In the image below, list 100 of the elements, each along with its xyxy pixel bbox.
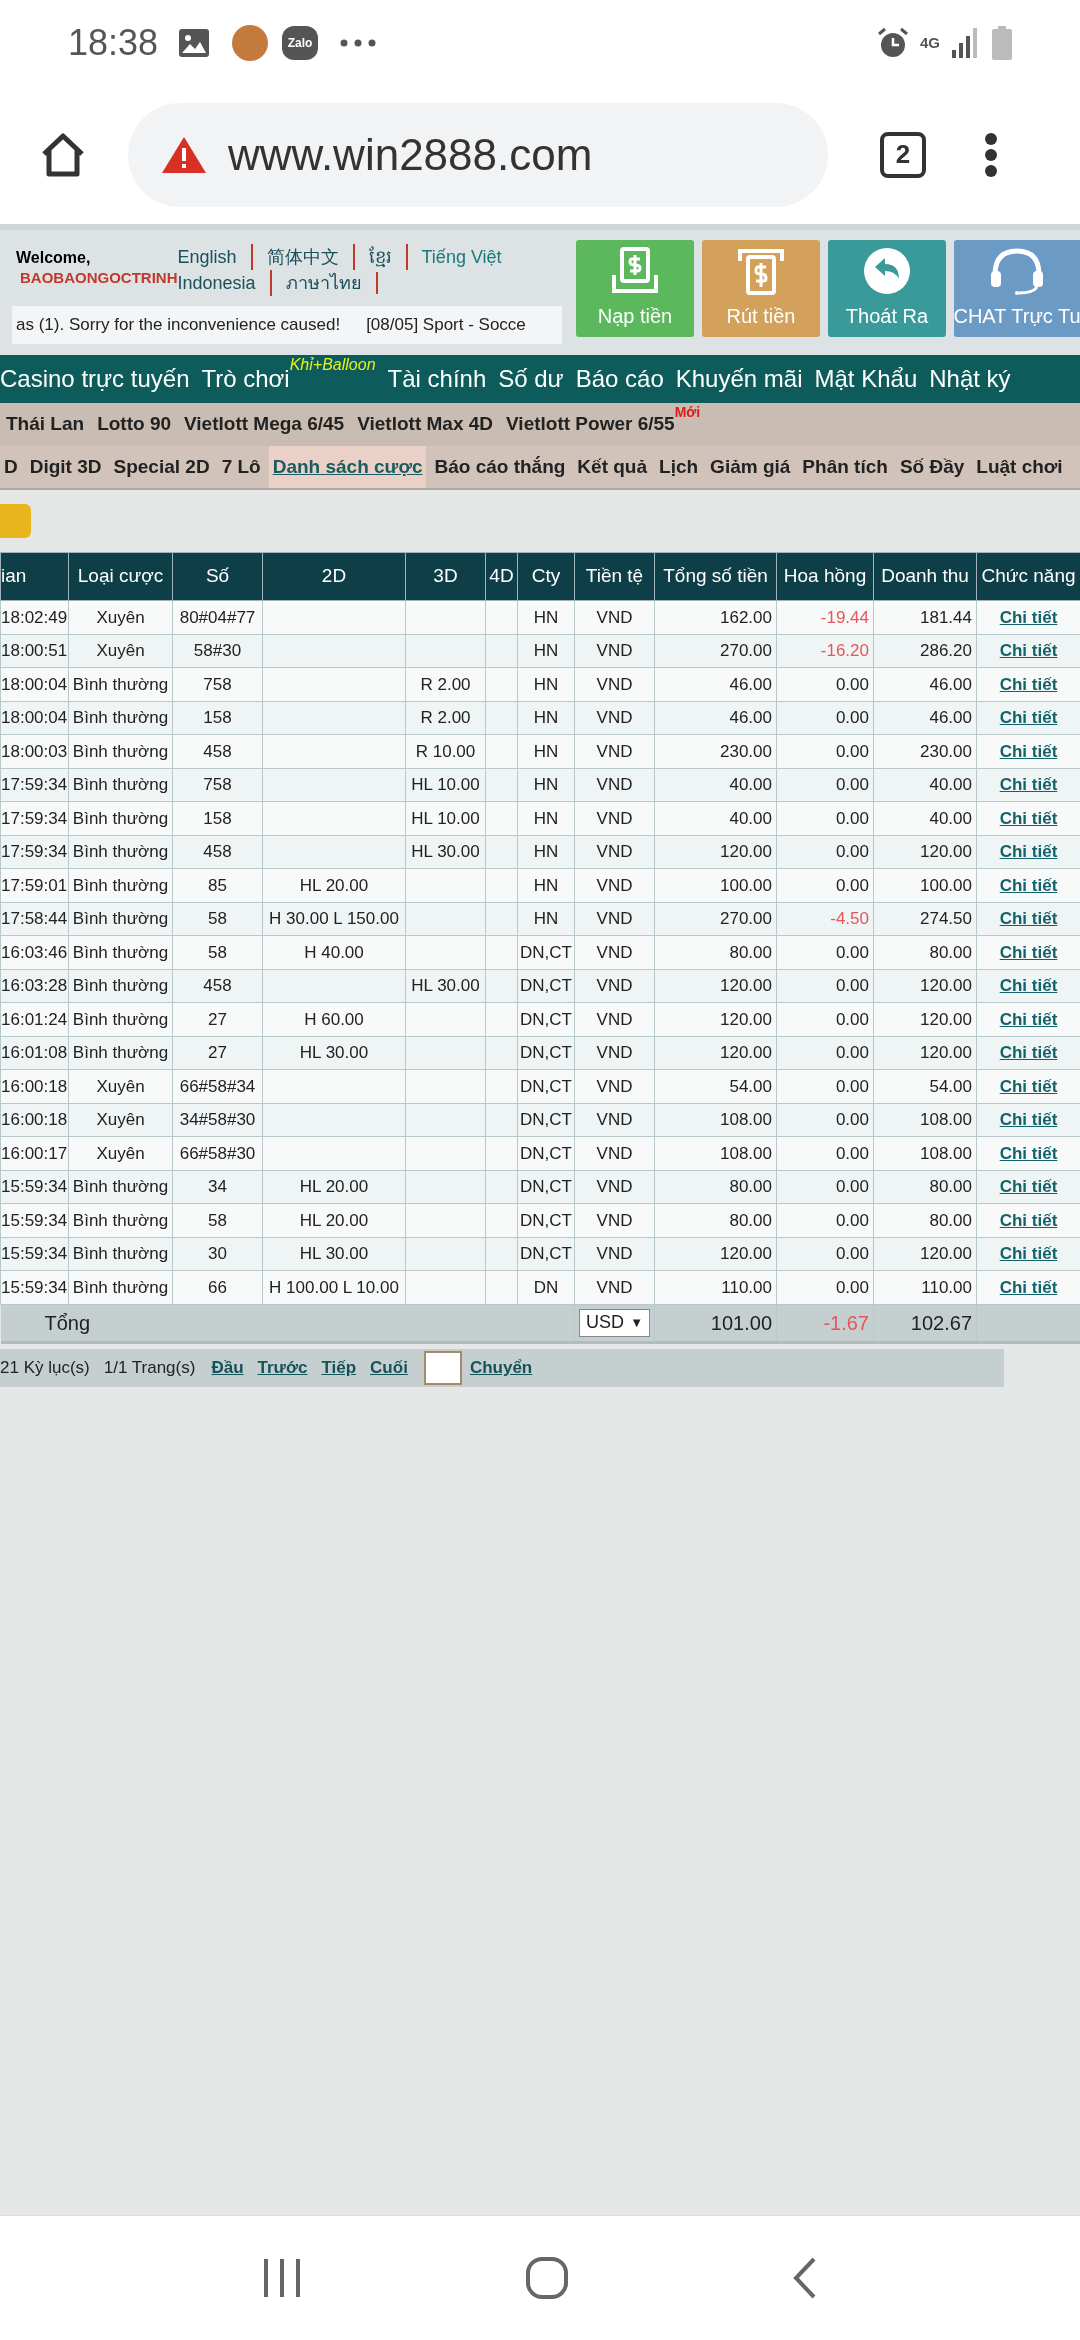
new-label: Mới: [674, 403, 701, 421]
table-cell: 110.00: [654, 1270, 777, 1304]
language-link[interactable]: English: [177, 244, 237, 270]
sub-nav-tab[interactable]: 7 Lô: [217, 446, 265, 488]
nav-link[interactable]: Nhật ký: [929, 361, 1011, 397]
table-cell: 30: [172, 1237, 263, 1271]
nav-link[interactable]: Casino trực tuyến: [0, 361, 190, 397]
table-cell: VND: [574, 868, 655, 902]
game-link[interactable]: Lotto 90: [97, 410, 171, 439]
table-cell: HN: [517, 734, 575, 768]
recent-apps-icon[interactable]: [261, 2259, 302, 2297]
language-link[interactable]: Indonesia: [177, 270, 256, 296]
table-cell: Bình thường: [68, 1203, 173, 1237]
table-cell: Bình thường: [68, 701, 173, 735]
sub-nav-tab[interactable]: Giảm giá: [706, 446, 795, 488]
table-cell: Bình thường: [68, 902, 173, 936]
sub-nav-tab[interactable]: Luật chơi: [972, 446, 1067, 488]
address-bar[interactable]: www.win2888.com: [128, 102, 828, 207]
menu-icon[interactable]: [984, 131, 998, 178]
table-cell: R 2.00: [405, 701, 486, 735]
table-cell: 0.00: [776, 1136, 874, 1170]
cash-slot-icon: [736, 246, 786, 295]
column-header: ian: [0, 552, 69, 601]
table-cell: H 100.00 L 10.00: [262, 1270, 406, 1304]
language-link[interactable]: ภาษาไทย: [285, 270, 362, 296]
table-cell: VND: [574, 1136, 655, 1170]
sub-nav-tab[interactable]: Special 2D: [109, 446, 214, 488]
table-cell: 0.00: [776, 701, 874, 735]
sub-nav-tab[interactable]: Lịch: [655, 446, 703, 488]
game-link[interactable]: Vietlott Max 4D: [357, 410, 494, 439]
table-cell: DN,CT: [517, 1203, 575, 1237]
table-cell: Xuyên: [68, 600, 173, 634]
table-cell: 46.00: [654, 667, 777, 701]
go-link[interactable]: Chuyển: [469, 1354, 533, 1381]
table-cell: HN: [517, 868, 575, 902]
table-cell: 15:59:34: [0, 1203, 69, 1237]
table-cell: VND: [574, 902, 655, 936]
table-cell: 0.00: [776, 835, 874, 869]
language-link[interactable]: 简体中文: [266, 244, 339, 270]
page-link[interactable]: Cuối: [370, 1354, 410, 1381]
sub-nav-tab[interactable]: Kết quả: [573, 446, 652, 488]
table-cell: 120.00: [873, 1036, 977, 1070]
home-icon[interactable]: [40, 131, 86, 178]
language-link[interactable]: Tiếng Việt: [421, 244, 502, 270]
table-cell: VND: [574, 969, 655, 1003]
table-cell: 758: [172, 768, 263, 802]
game-link[interactable]: Thái Lan: [6, 410, 85, 439]
table-cell: H 30.00 L 150.00: [262, 902, 406, 936]
table-cell: 120.00: [654, 969, 777, 1003]
nav-link[interactable]: Trò chơi: [201, 361, 290, 397]
table-cell: DN,CT: [517, 1036, 575, 1070]
tab-count[interactable]: 2: [880, 131, 926, 178]
sub-nav-tab[interactable]: Báo cáo thắng: [430, 446, 570, 488]
nav-link[interactable]: Tài chính: [387, 361, 487, 397]
table-cell: -1.67: [776, 1304, 874, 1342]
table-cell: HN: [517, 902, 575, 936]
table-cell: 16:01:24: [0, 1002, 69, 1036]
table-cell: 18:00:51: [0, 634, 69, 668]
table-cell: 46.00: [873, 667, 977, 701]
home-nav-icon[interactable]: [525, 2256, 569, 2300]
table-cell: 108.00: [873, 1136, 977, 1170]
nav-link[interactable]: Mật Khẩu: [814, 361, 918, 397]
table-cell: 458: [172, 734, 263, 768]
table-cell: Bình thường: [68, 1170, 173, 1204]
currency-select[interactable]: USD ▼: [579, 1308, 650, 1337]
sub-nav-tab[interactable]: Phân tích: [798, 446, 892, 488]
table-cell: 0.00: [776, 935, 874, 969]
page-count: 1/1 Trang(s): [103, 1356, 196, 1379]
column-header: Loại cược: [68, 552, 173, 601]
sub-nav-tab[interactable]: D: [0, 446, 22, 488]
page-link[interactable]: Đầu: [211, 1354, 246, 1381]
table-cell: 0.00: [776, 1203, 874, 1237]
table-cell: 40.00: [873, 768, 977, 802]
news-text: as (1). Sorry for the inconvenience caused!: [16, 314, 341, 337]
table-cell: 46.00: [873, 701, 977, 735]
table-cell: Bình thường: [68, 667, 173, 701]
language-link[interactable]: ខ្មែរ: [368, 244, 392, 270]
nav-link[interactable]: Báo cáo: [575, 361, 664, 397]
nav-link[interactable]: Số dư: [498, 361, 564, 397]
nav-link[interactable]: Khuyến mãi: [675, 361, 803, 397]
table-cell: 458: [172, 835, 263, 869]
table-cell: 80.00: [654, 1170, 777, 1204]
page-link[interactable]: Trước: [257, 1354, 310, 1381]
page-link[interactable]: Tiếp: [321, 1354, 359, 1381]
table-cell: HL 30.00: [262, 1036, 406, 1070]
table-cell: 101.00: [654, 1304, 777, 1342]
sub-nav-tab[interactable]: Digit 3D: [25, 446, 106, 488]
table-cell: 16:00:18: [0, 1103, 69, 1137]
url-text: www.win2888.com: [228, 128, 593, 181]
table-cell: 16:01:08: [0, 1036, 69, 1070]
table-cell: VND: [574, 935, 655, 969]
sub-nav-tab[interactable]: Danh sách cược: [268, 446, 427, 488]
game-link[interactable]: Vietlott Mega 6/45: [184, 410, 345, 439]
total-label: Tổng: [43, 1311, 91, 1334]
page-input[interactable]: [423, 1350, 462, 1385]
battery-icon: [992, 25, 1012, 60]
game-link[interactable]: Vietlott Power 6/55: [506, 410, 675, 439]
table-cell: 230.00: [873, 734, 977, 768]
sub-nav-tab[interactable]: Số Đầy: [895, 446, 969, 488]
table-cell: 16:03:28: [0, 969, 69, 1003]
